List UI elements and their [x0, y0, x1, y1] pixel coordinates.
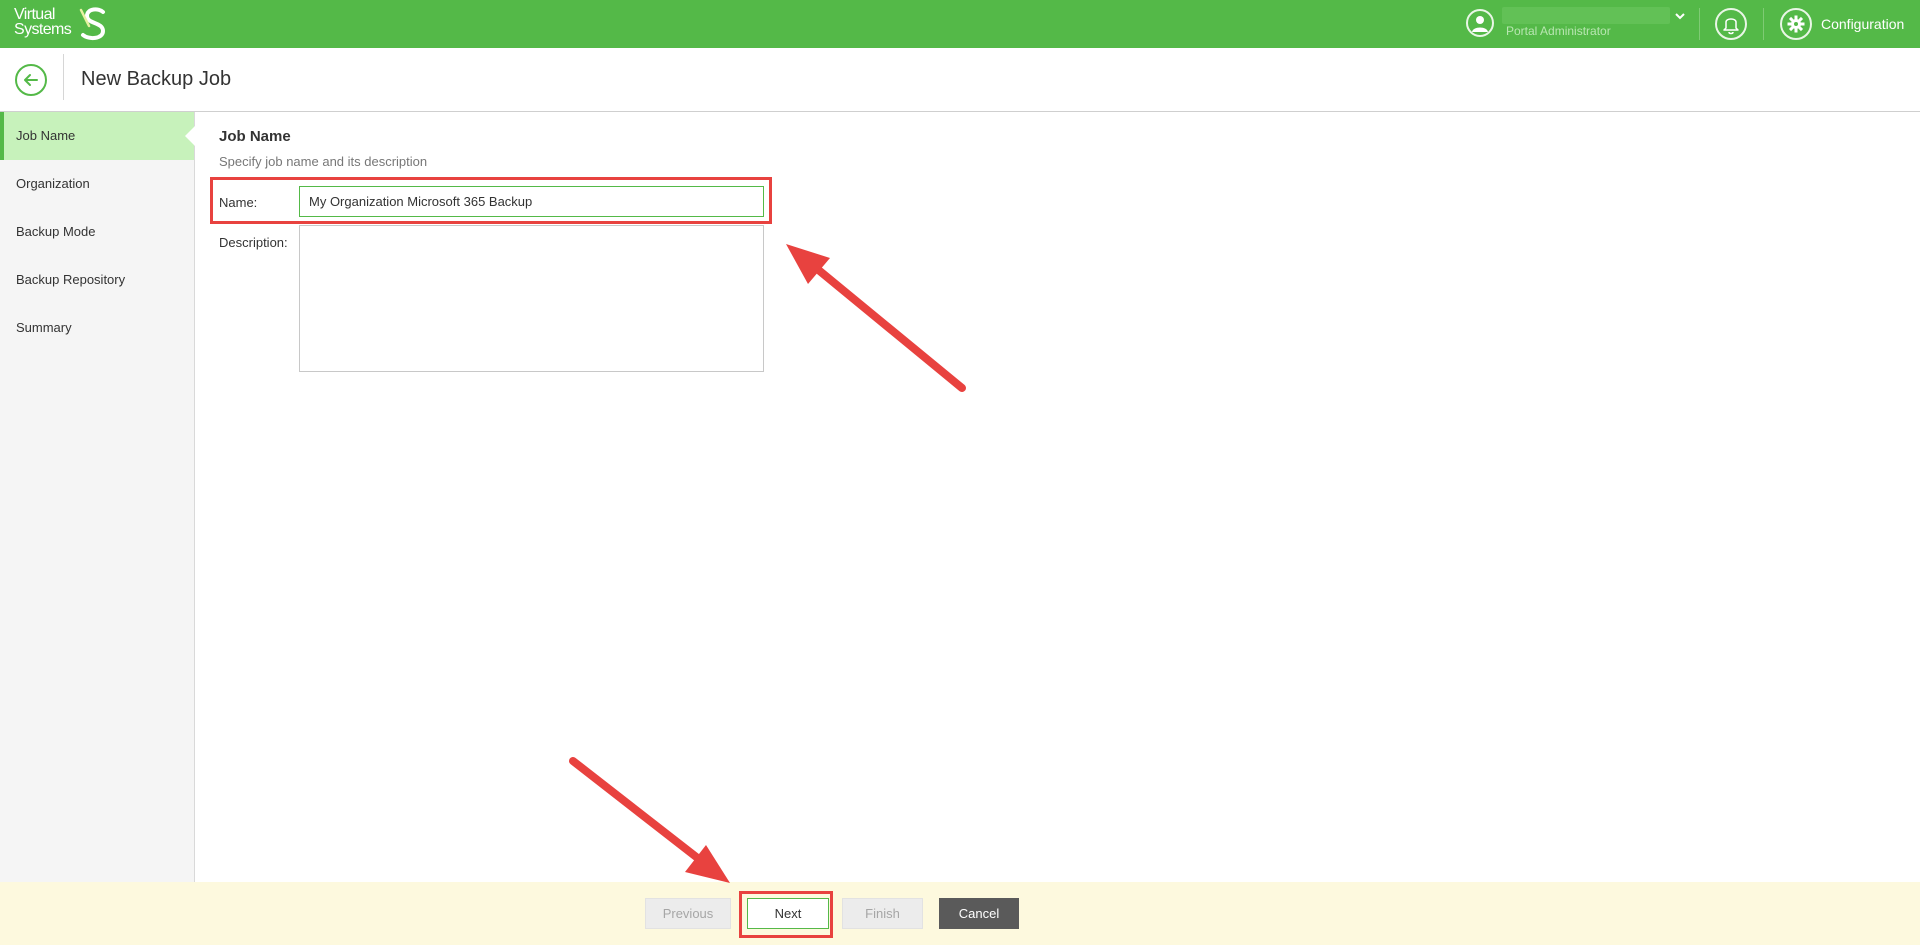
- job-name-input[interactable]: [299, 186, 764, 217]
- sidebar-item-backup-mode[interactable]: Backup Mode: [0, 208, 194, 256]
- finish-button[interactable]: Finish: [842, 898, 923, 929]
- sidebar-item-organization[interactable]: Organization: [0, 160, 194, 208]
- sidebar-item-backup-repository[interactable]: Backup Repository: [0, 256, 194, 304]
- header-divider: [63, 54, 64, 100]
- page-header: New Backup Job: [0, 48, 1920, 112]
- section-title: Job Name: [219, 128, 291, 145]
- configuration-button[interactable]: Configuration: [1780, 8, 1904, 40]
- chevron-down-icon[interactable]: [1674, 11, 1686, 21]
- topbar-divider: [1763, 8, 1764, 40]
- annotation-arrow-to-name: [786, 244, 966, 392]
- wizard-footer: Previous Next Finish Cancel: [0, 882, 1920, 945]
- user-role: Portal Administrator: [1506, 24, 1611, 38]
- back-arrow-icon[interactable]: [15, 64, 47, 96]
- description-label: Description:: [219, 235, 288, 250]
- page-title: New Backup Job: [81, 68, 232, 90]
- section-subtitle: Specify job name and its description: [219, 154, 428, 169]
- description-textarea[interactable]: [299, 225, 764, 372]
- configuration-label: Configuration: [1821, 16, 1905, 32]
- wizard-steps-sidebar: Job Name Organization Backup Mode Backup…: [0, 112, 195, 882]
- user-name-redacted: [1502, 7, 1670, 24]
- sidebar-item-job-name[interactable]: Job Name: [0, 112, 195, 160]
- next-button[interactable]: Next: [747, 898, 829, 929]
- sidebar-item-label: Summary: [16, 320, 72, 335]
- gear-icon: [1780, 8, 1812, 40]
- sidebar-item-label: Job Name: [16, 128, 76, 143]
- logo-s-icon: [79, 7, 106, 41]
- logo-text: Virtual Systems: [14, 7, 72, 38]
- user-menu[interactable]: Portal Administrator: [1464, 7, 1689, 41]
- company-logo[interactable]: Virtual Systems: [14, 5, 109, 43]
- name-label: Name:: [219, 195, 258, 210]
- bell-icon[interactable]: [1715, 8, 1747, 40]
- previous-button[interactable]: Previous: [645, 898, 731, 929]
- sidebar-item-summary[interactable]: Summary: [0, 304, 194, 352]
- topbar-divider: [1699, 8, 1700, 40]
- logo-line2: Systems: [14, 21, 72, 38]
- top-bar: Virtual Systems Portal Administrator Con…: [0, 0, 1920, 48]
- sidebar-item-label: Organization: [16, 176, 90, 191]
- sidebar-item-label: Backup Mode: [16, 224, 96, 239]
- cancel-button[interactable]: Cancel: [939, 898, 1019, 929]
- user-avatar-icon: [1466, 9, 1494, 37]
- annotation-arrow-to-next: [569, 757, 730, 883]
- sidebar-item-label: Backup Repository: [16, 272, 126, 287]
